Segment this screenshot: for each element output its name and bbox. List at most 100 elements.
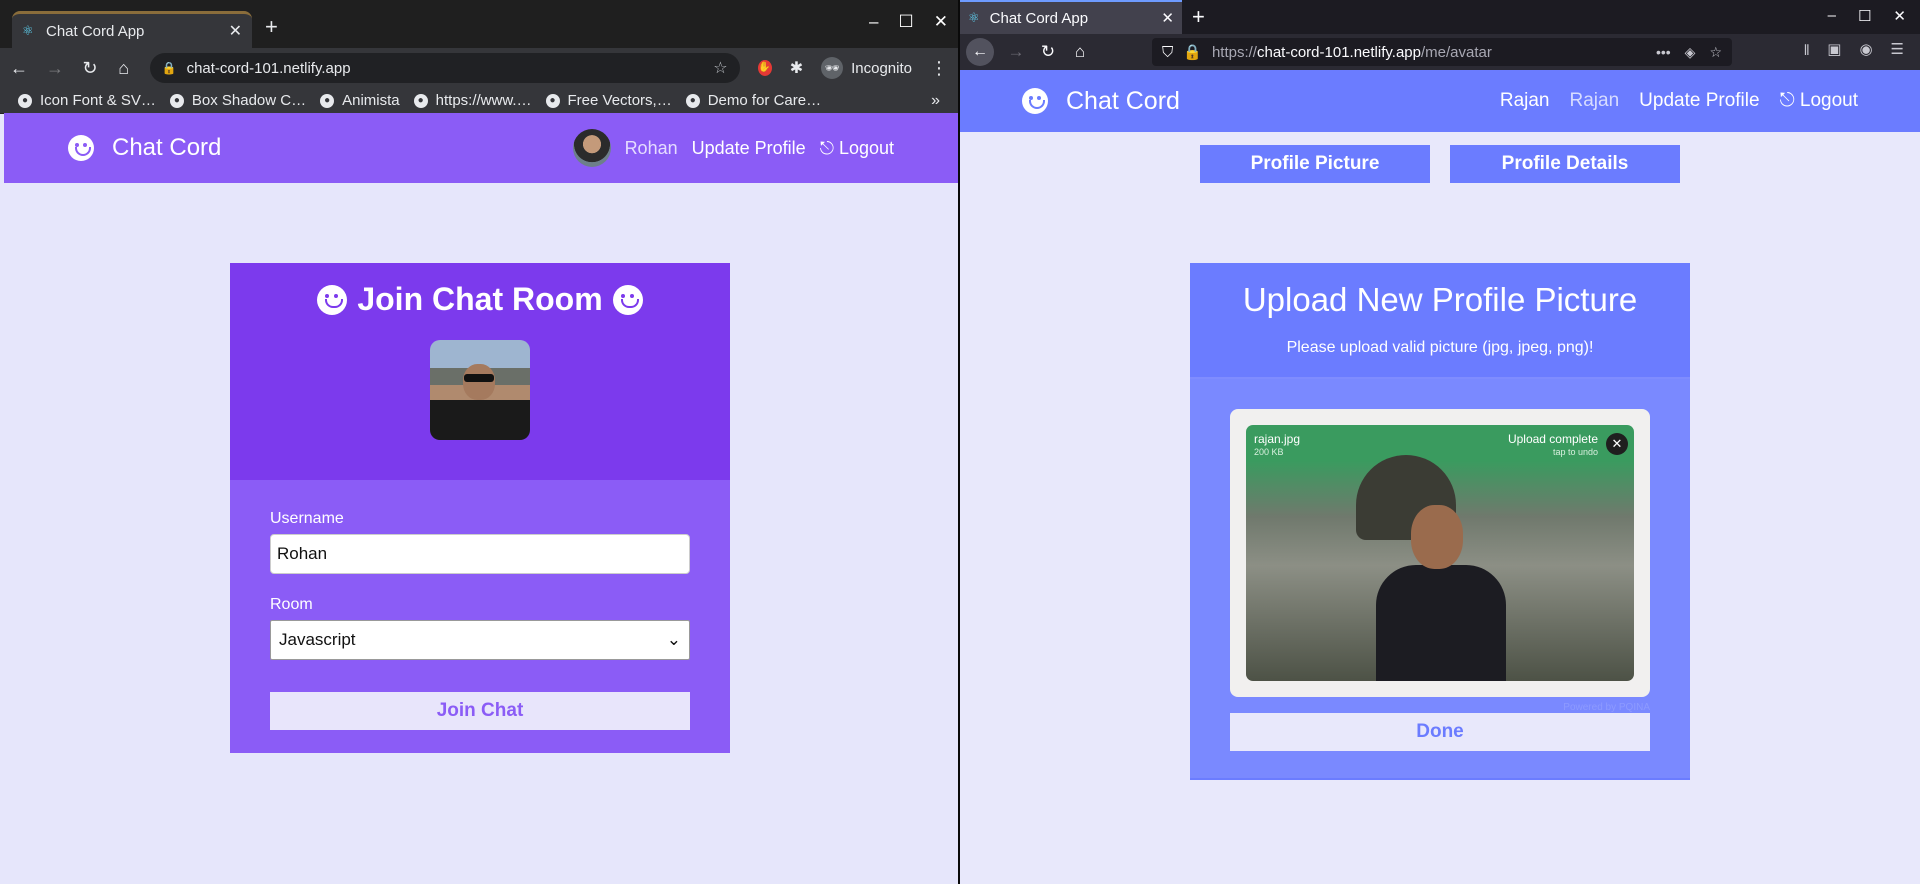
uploaded-image-preview: rajan.jpg 200 KB Upload complete tap to … — [1246, 425, 1634, 681]
incognito-icon: 🕶 — [821, 57, 844, 79]
home-icon[interactable]: ⌂ — [1070, 42, 1090, 62]
tab-profile-details[interactable]: Profile Details — [1450, 145, 1680, 183]
remove-file-icon[interactable]: ✕ — [1606, 433, 1628, 455]
incognito-badge[interactable]: 🕶 Incognito — [821, 57, 912, 79]
bookmark-item[interactable]: ● Animista — [320, 92, 400, 109]
reload-icon[interactable]: ↻ — [82, 58, 98, 79]
tab-title: Chat Cord App — [46, 22, 145, 40]
react-icon: ⚛ — [968, 10, 980, 25]
nav-links: Rajan Rajan Update Profile ⎋ Logout — [1500, 90, 1858, 112]
address-bar[interactable]: ⛉ 🔒 https://chat-cord-101.netlify.app/me… — [1152, 38, 1732, 66]
page-actions-icon[interactable]: ••• — [1656, 44, 1671, 61]
join-card-title: Join Chat Room — [230, 281, 730, 318]
upload-title: Upload New Profile Picture — [1242, 281, 1638, 318]
nav-update-profile[interactable]: Update Profile — [692, 138, 806, 159]
back-icon[interactable]: ← — [10, 58, 28, 79]
bookmark-item[interactable]: ● Demo for Care… — [685, 92, 822, 109]
minimize-icon[interactable]: – — [1828, 7, 1836, 25]
done-button[interactable]: Done — [1230, 713, 1650, 751]
window-controls: – ☐ ✕ — [869, 12, 948, 32]
reload-icon[interactable]: ↻ — [1038, 42, 1058, 62]
new-tab-icon[interactable]: + — [265, 14, 278, 40]
upload-body: rajan.jpg 200 KB Upload complete tap to … — [1190, 379, 1690, 778]
close-window-icon[interactable]: ✕ — [934, 12, 948, 32]
back-icon[interactable]: ← — [966, 38, 994, 66]
lock-icon: 🔒 — [161, 61, 177, 75]
app-navbar: Chat Cord Rohan Update Profile ⎋ Logout — [4, 113, 958, 183]
room-select[interactable]: Javascript ⌄ — [270, 620, 690, 660]
join-card-header: Join Chat Room — [230, 263, 730, 480]
forward-icon[interactable]: → — [46, 58, 64, 79]
bookmark-item[interactable]: ● Free Vectors,… — [545, 92, 672, 109]
bookmark-label: Box Shadow C… — [191, 92, 307, 109]
logout-label: Logout — [1799, 90, 1858, 111]
sidebar-icon[interactable]: ▣ — [1827, 40, 1841, 65]
file-name: rajan.jpg — [1254, 432, 1301, 446]
brand-logo[interactable]: Chat Cord — [68, 134, 221, 162]
nav-username-active[interactable]: Rajan — [1570, 90, 1620, 112]
nav-username[interactable]: Rohan — [625, 138, 678, 159]
new-tab-icon[interactable]: + — [1192, 4, 1205, 30]
nav-logout[interactable]: ⎋ Logout — [820, 138, 894, 159]
bookmark-item[interactable]: ● Icon Font & SV… — [18, 92, 156, 109]
firefox-toolbar: ← → ↻ ⌂ ⛉ 🔒 https://chat-cord-101.netlif… — [960, 34, 1920, 70]
firefox-tabstrip: ⚛ Chat Cord App ✕ + – ☐ ✕ — [960, 0, 1920, 34]
close-tab-icon[interactable]: ✕ — [229, 21, 242, 41]
bookmark-label: Demo for Care… — [707, 92, 822, 109]
shield-icon: ⛉ — [1162, 43, 1174, 61]
brand-name: Chat Cord — [112, 134, 222, 161]
smiley-icon — [317, 284, 348, 315]
incognito-label: Incognito — [851, 59, 912, 77]
kebab-menu-icon[interactable]: ⋮ — [930, 58, 948, 79]
username-input[interactable]: Rohan — [270, 534, 690, 574]
bookmark-star-icon[interactable]: ☆ — [713, 58, 727, 78]
bookmark-item[interactable]: ● Box Shadow C… — [169, 92, 307, 109]
smiley-icon — [612, 284, 643, 315]
library-icon[interactable]: 𝍪 — [1804, 40, 1809, 65]
address-bar[interactable]: 🔒 chat-cord-101.netlify.app ☆ — [149, 53, 740, 83]
room-selected-value: Javascript — [279, 630, 356, 649]
profile-tabs: Profile Picture Profile Details — [1200, 145, 1680, 183]
hamburger-menu-icon[interactable]: ☰ — [1891, 40, 1904, 65]
join-chat-card: Join Chat Room Username Rohan Room Javas… — [230, 263, 730, 753]
close-tab-icon[interactable]: ✕ — [1161, 9, 1174, 27]
extension-icon[interactable]: ✋ — [757, 60, 772, 76]
nav-logout[interactable]: ⎋ Logout — [1780, 90, 1858, 112]
join-chat-button[interactable]: Join Chat — [270, 692, 690, 730]
pocket-icon[interactable]: ◈ — [1685, 44, 1696, 61]
close-window-icon[interactable]: ✕ — [1893, 7, 1906, 25]
avatar[interactable] — [572, 129, 611, 167]
file-drop-area[interactable]: rajan.jpg 200 KB Upload complete tap to … — [1230, 409, 1650, 697]
bookmark-label: Animista — [342, 92, 400, 109]
globe-icon: ● — [545, 93, 560, 108]
bookmark-label: Icon Font & SV… — [40, 92, 156, 109]
maximize-icon[interactable]: ☐ — [899, 12, 914, 32]
url-text: chat-cord-101.netlify.app — [186, 59, 351, 77]
tab-profile-picture[interactable]: Profile Picture — [1200, 145, 1430, 183]
undo-hint: tap to undo — [1552, 447, 1598, 457]
account-icon[interactable]: ◉ — [1859, 40, 1872, 65]
powered-by[interactable]: Powered by PQINA — [1563, 702, 1650, 713]
profile-photo — [430, 340, 530, 440]
maximize-icon[interactable]: ☐ — [1858, 7, 1871, 25]
globe-icon: ● — [685, 93, 700, 108]
upload-card: Upload New Profile Picture Please upload… — [1190, 263, 1690, 780]
brand-name: Chat Cord — [1066, 86, 1180, 115]
upload-card-header: Upload New Profile Picture Please upload… — [1190, 263, 1690, 379]
chevron-more-icon[interactable]: » — [931, 92, 940, 110]
upload-status[interactable]: Upload complete tap to undo — [1508, 433, 1598, 459]
nav-update-profile[interactable]: Update Profile — [1639, 90, 1759, 112]
browser-tab[interactable]: ⚛ Chat Cord App ✕ — [960, 0, 1182, 34]
forward-icon[interactable]: → — [1006, 42, 1026, 62]
file-size: 200 KB — [1254, 447, 1284, 457]
home-icon[interactable]: ⌂ — [116, 58, 132, 79]
bookmark-item[interactable]: ● https://www.… — [413, 92, 532, 109]
nav-username[interactable]: Rajan — [1500, 90, 1550, 112]
minimize-icon[interactable]: – — [869, 12, 878, 32]
globe-icon: ● — [18, 93, 32, 108]
brand-logo[interactable]: Chat Cord — [1022, 87, 1180, 116]
browser-tab[interactable]: ⚛ Chat Cord App ✕ — [12, 11, 252, 48]
bookmark-star-icon[interactable]: ☆ — [1709, 44, 1722, 61]
logout-icon: ⎋ — [1779, 90, 1800, 111]
puzzle-icon[interactable]: ✱ — [790, 58, 803, 78]
